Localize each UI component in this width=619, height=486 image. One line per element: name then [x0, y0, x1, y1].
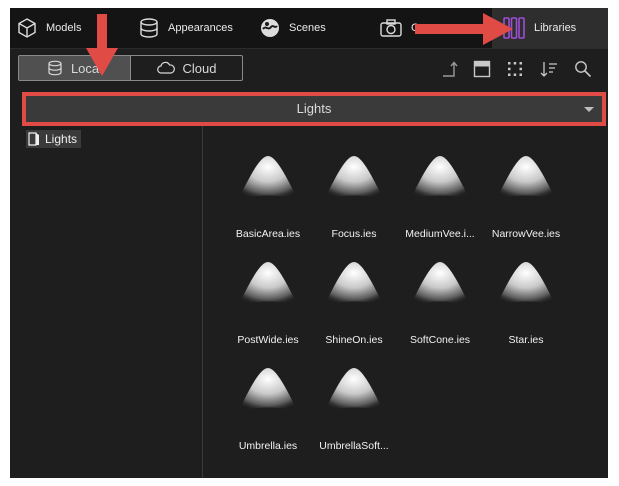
- asset-name: ShineOn.ies: [325, 334, 383, 346]
- tab-label: Ca: [411, 22, 426, 34]
- upload-icon[interactable]: [440, 59, 460, 79]
- cloud-button[interactable]: Cloud: [131, 56, 242, 80]
- tree-item-label: Lights: [45, 132, 78, 146]
- asset-tile[interactable]: UmbrellaSoft...: [311, 356, 397, 456]
- light-preview-icon: [238, 156, 298, 200]
- asset-tile[interactable]: MediumVee.i...: [397, 144, 483, 244]
- asset-name: SoftCone.ies: [409, 334, 471, 346]
- light-preview-icon: [324, 262, 384, 306]
- tree-item-lights[interactable]: Lights: [26, 130, 82, 148]
- cube-icon: [18, 18, 36, 38]
- folder-tree: Lights: [10, 126, 203, 478]
- asset-name: PostWide.ies: [237, 334, 299, 346]
- light-preview-icon: [324, 156, 384, 200]
- asset-name: UmbrellaSoft...: [319, 440, 389, 452]
- books-icon: [503, 17, 525, 39]
- asset-tile[interactable]: Star.ies: [483, 250, 569, 350]
- tab-label: Appearances: [168, 22, 233, 34]
- sort-icon[interactable]: [539, 59, 559, 79]
- dropdown-value: Lights: [296, 101, 332, 116]
- cloud-label: Cloud: [182, 60, 217, 76]
- library-dropdown[interactable]: Lights: [22, 92, 606, 126]
- tab-label: Libraries: [534, 22, 577, 34]
- asset-name: MediumVee.i...: [405, 228, 475, 240]
- asset-name: NarrowVee.ies: [491, 228, 561, 240]
- light-preview-icon: [496, 262, 556, 306]
- asset-name: Umbrella.ies: [238, 440, 298, 452]
- folder-icon: [28, 132, 39, 146]
- tab-scenes[interactable]: Scenes: [259, 8, 326, 48]
- tab-label: Models: [46, 22, 82, 34]
- asset-tile[interactable]: NarrowVee.ies: [483, 144, 569, 244]
- search-icon[interactable]: [573, 59, 593, 79]
- asset-name: Star.ies: [508, 334, 544, 346]
- light-preview-icon: [410, 156, 470, 200]
- top-tab-bar: Models Appearances Scenes Ca Libraries: [10, 8, 608, 49]
- asset-tile[interactable]: SoftCone.ies: [397, 250, 483, 350]
- tab-label: Scenes: [289, 22, 326, 34]
- source-toggle: Local Cloud: [18, 55, 243, 81]
- local-button[interactable]: Local: [19, 56, 131, 80]
- database-icon: [48, 60, 62, 76]
- globe-icon: [261, 19, 279, 37]
- local-label: Local: [70, 60, 103, 76]
- asset-tile[interactable]: Umbrella.ies: [225, 356, 311, 456]
- chevron-down-icon: [584, 107, 594, 112]
- cylinder-icon: [140, 18, 158, 38]
- asset-tile[interactable]: BasicArea.ies: [225, 144, 311, 244]
- light-preview-icon: [496, 156, 556, 200]
- tab-models[interactable]: Models: [16, 8, 81, 48]
- cloud-icon: [156, 61, 175, 74]
- tab-libraries[interactable]: Libraries: [492, 8, 608, 48]
- library-toolbar: Local Cloud: [10, 49, 608, 87]
- asset-grid: BasicArea.ies Focus.ies MediumVee.i... Narr…: [203, 126, 608, 478]
- camera-icon: [380, 19, 402, 37]
- tab-appearances[interactable]: Appearances: [138, 8, 233, 48]
- asset-tile[interactable]: PostWide.ies: [225, 250, 311, 350]
- light-preview-icon: [238, 368, 298, 412]
- light-preview-icon: [324, 368, 384, 412]
- asset-tile[interactable]: ShineOn.ies: [311, 250, 397, 350]
- view-toggle-icon[interactable]: [472, 59, 492, 79]
- app-window: Models Appearances Scenes Ca Libraries L…: [10, 8, 608, 478]
- grid-view-icon[interactable]: [505, 59, 525, 79]
- asset-name: Focus.ies: [331, 228, 377, 240]
- tab-cameras[interactable]: Ca: [379, 8, 425, 48]
- asset-tile[interactable]: Focus.ies: [311, 144, 397, 244]
- light-preview-icon: [238, 262, 298, 306]
- light-preview-icon: [410, 262, 470, 306]
- asset-name: BasicArea.ies: [235, 228, 301, 240]
